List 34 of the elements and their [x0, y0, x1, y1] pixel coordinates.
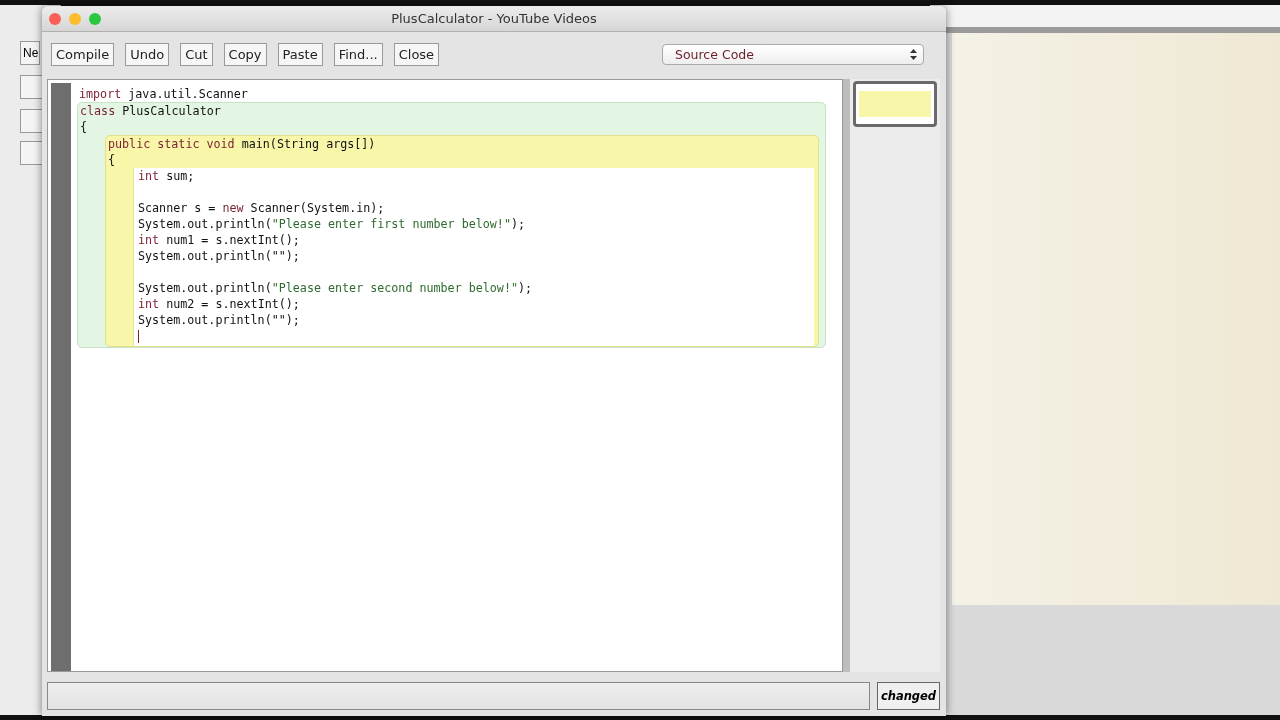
background-button[interactable] — [20, 109, 44, 133]
toolbar-button[interactable]: Find... — [333, 42, 383, 66]
window-title: PlusCalculator - YouTube Videos — [391, 11, 597, 26]
code-line: int sum; — [138, 168, 196, 184]
code-line: class PlusCalculator — [80, 103, 222, 119]
code-line: { — [108, 152, 117, 168]
background-button[interactable] — [20, 141, 44, 165]
toolbar-button[interactable]: Close — [393, 42, 440, 66]
code-line: int num2 = s.nextInt(); — [138, 296, 301, 312]
background-button[interactable]: Ne — [20, 41, 41, 65]
toolbar-button[interactable]: Copy — [223, 42, 267, 66]
code-line: { — [80, 119, 89, 135]
toolbar-button[interactable]: Paste — [277, 42, 323, 66]
code-line: int num1 = s.nextInt(); — [138, 232, 301, 248]
code-line: Scanner s = new Scanner(System.in); — [138, 200, 386, 216]
zoom-icon[interactable] — [89, 12, 101, 25]
code-line: public static void main(String args[]) — [108, 136, 377, 152]
code-line: System.out.println("Please enter first number below!"); — [138, 216, 527, 232]
toolbar-button[interactable]: Cut — [180, 42, 213, 66]
split-handle[interactable] — [843, 79, 850, 672]
code-editor[interactable] — [47, 79, 843, 672]
page-thumbnail[interactable] — [853, 81, 937, 127]
close-icon[interactable] — [49, 12, 61, 25]
view-dropdown[interactable]: Source Code — [662, 43, 924, 65]
code-line: System.out.println(""); — [138, 312, 301, 328]
code-line: import java.util.Scanner — [79, 86, 249, 102]
text-caret — [138, 330, 139, 343]
background-button[interactable] — [20, 75, 44, 99]
code-line: System.out.println("Please enter second number below!"); — [138, 280, 534, 296]
toolbar-button[interactable]: Compile — [51, 42, 115, 66]
code-line: System.out.println(""); — [138, 248, 301, 264]
status-label: changed — [877, 682, 940, 710]
updown-arrow-icon — [910, 48, 917, 60]
toolbar-button[interactable]: Undo — [125, 42, 170, 66]
